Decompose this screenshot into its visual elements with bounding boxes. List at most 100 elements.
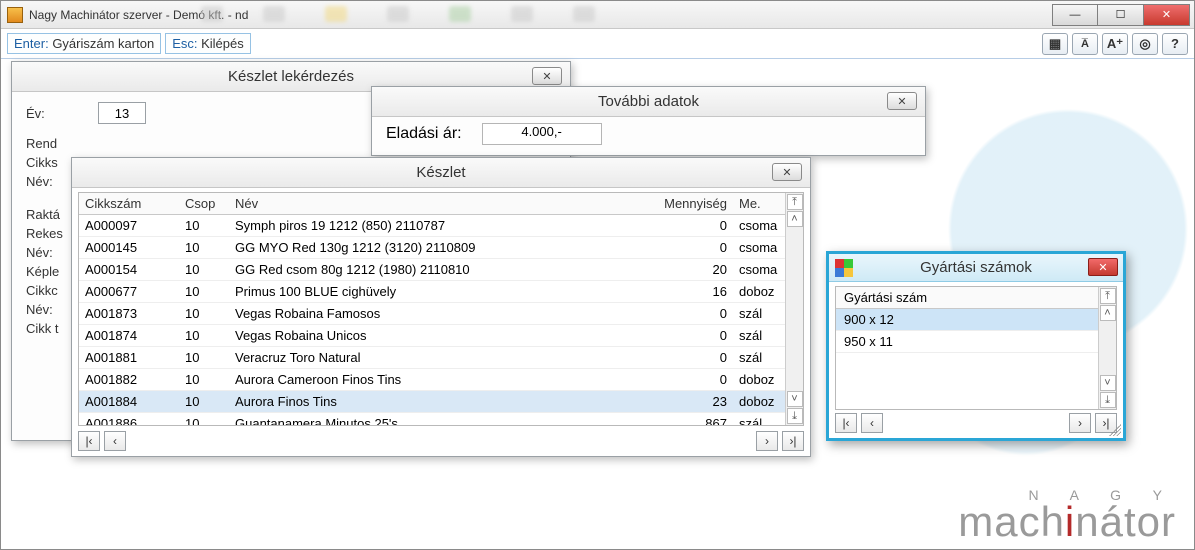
table-row[interactable]: A00188410Aurora Finos Tins23doboz [79, 391, 803, 413]
window-keszlet-title[interactable]: Készlet ✕ [72, 158, 810, 188]
pager-prev-icon[interactable]: ‹ [104, 431, 126, 451]
scroll-top-icon[interactable]: ⤒ [1100, 288, 1116, 304]
cell-group: 10 [179, 413, 229, 427]
cell-qty: 16 [643, 281, 733, 303]
tool-grid-icon[interactable]: ▦ [1042, 33, 1068, 55]
cell-name: GG MYO Red 130g 1212 (3120) 2110809 [229, 237, 643, 259]
stock-scrollbar[interactable]: ⤒ ˄ ˅ ⤓ [785, 193, 803, 425]
window-keszlet-close-icon[interactable]: ✕ [772, 163, 802, 181]
cell-name: Veracruz Toro Natural [229, 347, 643, 369]
serial-scrollbar[interactable]: ⤒ ˄ ˅ ⤓ [1098, 287, 1116, 409]
cell-name: Aurora Finos Tins [229, 391, 643, 413]
close-button[interactable]: ✕ [1144, 4, 1190, 26]
cell-qty: 23 [643, 391, 733, 413]
table-row[interactable]: A00187410Vegas Robaina Unicos0szál [79, 325, 803, 347]
maximize-button[interactable]: ☐ [1098, 4, 1144, 26]
serial-list[interactable]: Gyártási szám 900 x 12950 x 11 ⤒ ˄ ˅ ⤓ [835, 286, 1117, 410]
hint-toolbar: Enter: Gyáriszám karton Esc: Kilépés ▦ A… [1, 29, 1194, 59]
background-toolbar-blur [201, 6, 994, 24]
cell-name: Vegas Robaina Famosos [229, 303, 643, 325]
cell-qty: 867 [643, 413, 733, 427]
titlebar[interactable]: Nagy Machinátor szerver - Demó kft. - nd… [1, 1, 1194, 29]
cell-code: A001882 [79, 369, 179, 391]
cell-code: A000154 [79, 259, 179, 281]
app-window: Nagy Machinátor szerver - Demó kft. - nd… [0, 0, 1195, 550]
cell-qty: 0 [643, 325, 733, 347]
col-group[interactable]: Csop [179, 193, 229, 215]
table-row[interactable]: A00188610Guantanamera Minutos 25's867szá… [79, 413, 803, 427]
serial-pager: |‹ ‹ › ›| [835, 412, 1117, 434]
pager-prev-icon[interactable]: ‹ [861, 413, 883, 433]
col-code[interactable]: Cikkszám [79, 193, 179, 215]
tool-target-icon[interactable]: ◎ [1132, 33, 1158, 55]
cell-name: GG Red csom 80g 1212 (1980) 2110810 [229, 259, 643, 281]
tool-font-smaller-icon[interactable]: A̅ [1072, 33, 1098, 55]
cell-group: 10 [179, 215, 229, 237]
table-row[interactable]: A00015410GG Red csom 80g 1212 (1980) 211… [79, 259, 803, 281]
hint-enter[interactable]: Enter: Gyáriszám karton [7, 33, 161, 54]
cell-qty: 0 [643, 237, 733, 259]
tool-font-larger-icon[interactable]: A⁺ [1102, 33, 1128, 55]
pager-first-icon[interactable]: |‹ [835, 413, 857, 433]
scroll-bottom-icon[interactable]: ⤓ [787, 408, 803, 424]
table-row[interactable]: A00009710Symph piros 19 1212 (850) 21107… [79, 215, 803, 237]
serial-window-icon [835, 259, 853, 277]
cell-group: 10 [179, 325, 229, 347]
scroll-top-icon[interactable]: ⤒ [787, 194, 803, 210]
col-qty[interactable]: Mennyiség [643, 193, 733, 215]
window-keszlet-lekerdezes-close-icon[interactable]: ✕ [532, 67, 562, 85]
list-item[interactable]: 900 x 12 [836, 309, 1116, 331]
cell-group: 10 [179, 237, 229, 259]
minimize-button[interactable]: — [1052, 4, 1098, 26]
pager-next-icon[interactable]: › [756, 431, 778, 451]
table-row[interactable]: A00188210Aurora Cameroon Finos Tins0dobo… [79, 369, 803, 391]
cell-qty: 0 [643, 303, 733, 325]
table-row[interactable]: A00014510GG MYO Red 130g 1212 (3120) 211… [79, 237, 803, 259]
hint-esc[interactable]: Esc: Kilépés [165, 33, 251, 54]
list-item[interactable]: 950 x 11 [836, 331, 1116, 353]
cell-name: Guantanamera Minutos 25's [229, 413, 643, 427]
cell-code: A001884 [79, 391, 179, 413]
stock-pager: |‹ ‹ › ›| [78, 430, 804, 452]
window-title: Nagy Machinátor szerver - Demó kft. - nd [29, 8, 248, 22]
stock-grid[interactable]: Cikkszám Csop Név Mennyiség Me. A0000971… [78, 192, 804, 426]
cell-name: Vegas Robaina Unicos [229, 325, 643, 347]
brand-logo: N A G Y machinátor [958, 487, 1176, 541]
price-value: 4.000,- [482, 123, 602, 145]
window-tovabbi-adatok-close-icon[interactable]: ✕ [887, 92, 917, 110]
table-row[interactable]: A00188110Veracruz Toro Natural0szál [79, 347, 803, 369]
scroll-down-icon[interactable]: ˅ [1100, 375, 1116, 391]
cell-group: 10 [179, 369, 229, 391]
cell-qty: 0 [643, 369, 733, 391]
cell-code: A001873 [79, 303, 179, 325]
table-row[interactable]: A00187310Vegas Robaina Famosos0szál [79, 303, 803, 325]
cell-code: A001881 [79, 347, 179, 369]
scroll-up-icon[interactable]: ˄ [1100, 305, 1116, 321]
window-gyartasi-szamok-close-icon[interactable]: ✕ [1088, 258, 1118, 276]
app-icon [7, 7, 23, 23]
window-tovabbi-adatok-title[interactable]: További adatok ✕ [372, 87, 925, 117]
cell-qty: 0 [643, 347, 733, 369]
tool-help-icon[interactable]: ? [1162, 33, 1188, 55]
window-gyartasi-szamok[interactable]: Gyártási számok ✕ Gyártási szám 900 x 12… [826, 251, 1126, 441]
window-gyartasi-szamok-title[interactable]: Gyártási számok ✕ [829, 254, 1123, 282]
pager-next-icon[interactable]: › [1069, 413, 1091, 433]
serial-list-header[interactable]: Gyártási szám [836, 287, 1116, 309]
resize-grip-icon[interactable] [1109, 424, 1121, 436]
cell-group: 10 [179, 303, 229, 325]
scroll-bottom-icon[interactable]: ⤓ [1100, 392, 1116, 408]
table-row[interactable]: A00067710Primus 100 BLUE cighüvely16dobo… [79, 281, 803, 303]
window-tovabbi-adatok[interactable]: További adatok ✕ Eladási ár: 4.000,- [371, 86, 926, 156]
cell-name: Aurora Cameroon Finos Tins [229, 369, 643, 391]
col-name[interactable]: Név [229, 193, 643, 215]
cell-name: Symph piros 19 1212 (850) 2110787 [229, 215, 643, 237]
window-keszlet[interactable]: Készlet ✕ Cikkszám Csop Név Mennyiség Me… [71, 157, 811, 457]
year-input[interactable] [98, 102, 146, 124]
scroll-up-icon[interactable]: ˄ [787, 211, 803, 227]
year-label: Év: [26, 106, 86, 121]
pager-last-icon[interactable]: ›| [782, 431, 804, 451]
cell-qty: 20 [643, 259, 733, 281]
scroll-down-icon[interactable]: ˅ [787, 391, 803, 407]
pager-first-icon[interactable]: |‹ [78, 431, 100, 451]
cell-group: 10 [179, 281, 229, 303]
